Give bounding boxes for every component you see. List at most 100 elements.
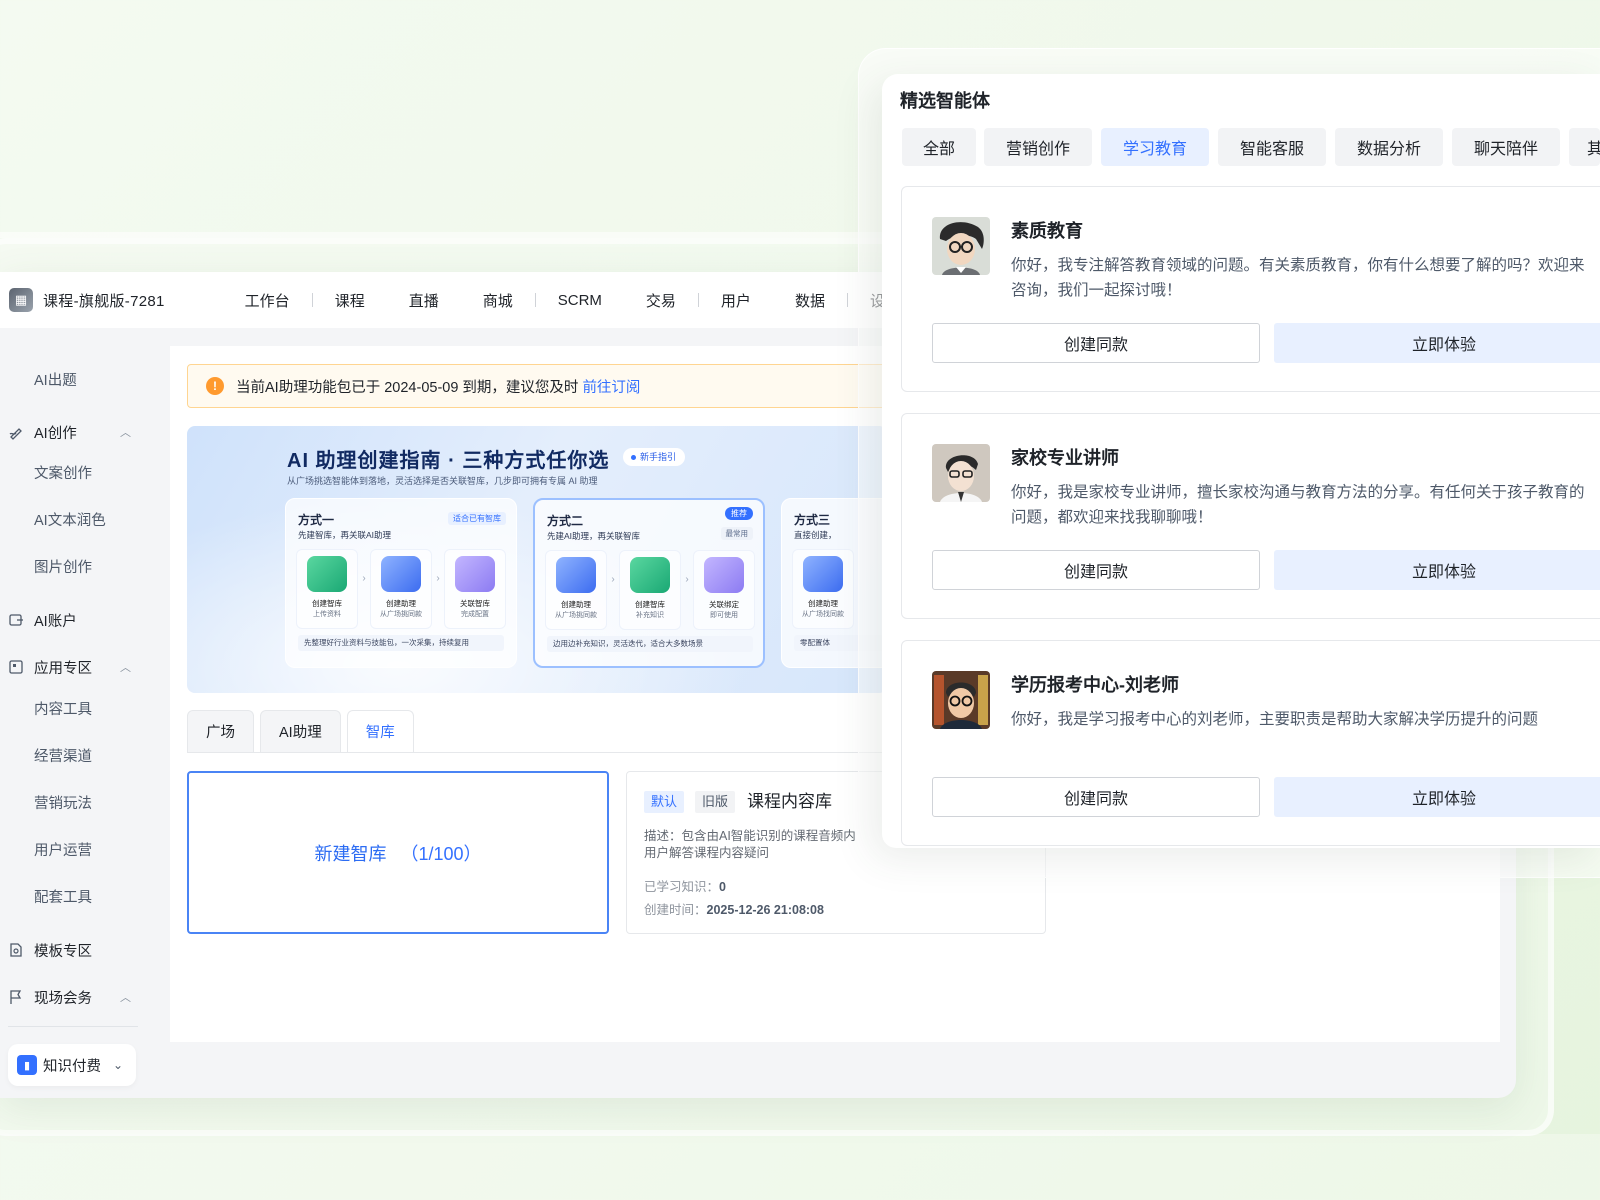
- chevron-up-icon[interactable]: ︿: [120, 424, 131, 440]
- way-card-2[interactable]: 方式二 先建AI助理，再关联智库 推荐 最常用 创建助理 从广场挑同款 › 创建智…: [533, 498, 765, 668]
- nav-live[interactable]: 直播: [387, 290, 461, 311]
- sidebar-group-ai-create[interactable]: AI创作 ︿: [0, 412, 160, 452]
- way-steps: 创建智库 上传资料 › 创建助理 从广场挑同款 › 关联智库 完成配置: [296, 549, 506, 629]
- sidebar-group-templates[interactable]: 模板专区: [0, 930, 160, 970]
- way-tip: 先整理好行业资料与技能包，一次采集，持续复用: [298, 635, 504, 651]
- category-customer-service[interactable]: 智能客服: [1218, 128, 1326, 166]
- new-knowledge-base-button[interactable]: 新建智库 （1/100）: [187, 771, 609, 934]
- way-title: 方式三: [794, 513, 831, 527]
- nav-workbench[interactable]: 工作台: [223, 290, 312, 311]
- sidebar-item-label: 经营渠道: [34, 748, 92, 765]
- step-title: 创建助理: [561, 600, 591, 609]
- subscribe-link[interactable]: 前往订阅: [582, 376, 640, 397]
- way-card-1[interactable]: 方式一 先建智库，再关联AI助理 适合已有智库 创建智库 上传资料 › 创建助理从…: [285, 498, 517, 668]
- tab-ai-assistant[interactable]: AI助理: [260, 710, 341, 752]
- sidebar-item-text-polish[interactable]: AI文本润色: [0, 499, 160, 539]
- chevron-up-icon[interactable]: ︿: [120, 989, 131, 1005]
- step-desc: 从广场找同款: [802, 611, 844, 618]
- nav-scrm[interactable]: SCRM: [536, 292, 624, 309]
- sidebar-item-label: AI创作: [34, 425, 77, 442]
- step-card: 关联智库 完成配置: [444, 549, 506, 629]
- sidebar-item-label: 模板专区: [34, 943, 92, 960]
- new-kb-label: 新建智库: [314, 843, 387, 864]
- tab-knowledge-base[interactable]: 智库: [346, 710, 414, 752]
- kb-stack-icon: [630, 557, 670, 593]
- banner-tag: 新手指引: [623, 448, 686, 466]
- sidebar-group-ai-account[interactable]: AI账户: [0, 600, 160, 640]
- sidebar-item-label: 应用专区: [34, 660, 92, 677]
- banner-title: AI 助理创建指南 · 三种方式任你选: [287, 450, 610, 472]
- try-now-button[interactable]: 立即体验: [1274, 777, 1600, 817]
- agent-avatar: [932, 671, 990, 729]
- sidebar-item-user-ops[interactable]: 用户运营: [0, 829, 160, 869]
- nav-user[interactable]: 用户: [699, 290, 773, 311]
- chevron-up-icon[interactable]: ︿: [120, 659, 131, 675]
- agent-name: 家校专业讲师: [1011, 448, 1119, 468]
- category-all[interactable]: 全部: [902, 128, 976, 166]
- nav-mall[interactable]: 商城: [461, 290, 535, 311]
- step-desc: 补充知识: [636, 612, 664, 619]
- create-same-button[interactable]: 创建同款: [932, 777, 1260, 817]
- step-desc: 从广场挑同款: [380, 611, 422, 618]
- sidebar-item-label: 营销玩法: [34, 795, 92, 812]
- sidebar-item-label: AI文本润色: [34, 512, 106, 529]
- kb-learned-label: 已学习知识：: [644, 880, 720, 894]
- new-kb-count: （1/100）: [400, 843, 482, 864]
- category-chat[interactable]: 聊天陪伴: [1452, 128, 1560, 166]
- sidebar-item-copywriting[interactable]: 文案创作: [0, 452, 160, 492]
- step-title: 关联智库: [460, 599, 490, 608]
- kb-created: 创建时间：2025-12-26 21:08:08: [644, 899, 824, 918]
- way-tag: 适合已有智库: [448, 512, 506, 525]
- link-icon: [455, 556, 495, 592]
- legacy-badge: 旧版: [695, 791, 736, 813]
- tab-square[interactable]: 广场: [187, 710, 254, 752]
- agent-card: 学历报考中心-刘老师 你好，我是学习报考中心的刘老师，主要职责是帮助大家解决学历…: [901, 640, 1600, 846]
- default-badge: 默认: [644, 791, 685, 813]
- link-icon: [704, 557, 744, 593]
- step-title: 创建助理: [386, 599, 416, 608]
- sidebar-item-support-tools[interactable]: 配套工具: [0, 876, 160, 916]
- sidebar-group-events[interactable]: 现场会务 ︿: [0, 977, 160, 1017]
- sidebar-item-label: 内容工具: [34, 701, 92, 718]
- nav-data[interactable]: 数据: [773, 290, 847, 311]
- nav-course[interactable]: 课程: [313, 290, 387, 311]
- agent-description: 你好，我是学习报考中心的刘老师，主要职责是帮助大家解决学历提升的问题: [1011, 711, 1539, 728]
- step-desc: 从广场挑同款: [555, 612, 597, 619]
- create-same-button[interactable]: 创建同款: [932, 550, 1260, 590]
- nav-trade[interactable]: 交易: [624, 290, 698, 311]
- sidebar-item-label: 文案创作: [34, 465, 92, 482]
- sidebar-item-content-tools[interactable]: 内容工具: [0, 688, 160, 728]
- try-now-button[interactable]: 立即体验: [1274, 323, 1600, 363]
- tab-bar: 广场 AI助理 智库: [187, 710, 420, 752]
- kb-name: 课程内容库: [747, 792, 832, 811]
- chevron-down-icon: ⌄: [113, 1058, 124, 1072]
- agent-name: 素质教育: [1011, 221, 1083, 241]
- category-data-analysis[interactable]: 数据分析: [1335, 128, 1443, 166]
- create-same-button[interactable]: 创建同款: [932, 323, 1260, 363]
- sidebar-item-ai-question[interactable]: AI出题: [0, 359, 160, 399]
- robot-icon: [556, 557, 596, 593]
- chevron-right-icon: ›: [685, 574, 689, 585]
- step-desc: 完成配置: [461, 611, 489, 618]
- kb-stack-icon: [307, 556, 347, 592]
- chevron-right-icon: ›: [436, 573, 440, 584]
- category-education[interactable]: 学习教育: [1101, 128, 1209, 166]
- robot-icon: [803, 556, 843, 592]
- sidebar-group-apps[interactable]: 应用专区 ︿: [0, 647, 160, 687]
- way-tag: 最常用: [720, 527, 753, 540]
- sidebar-item-channels[interactable]: 经营渠道: [0, 735, 160, 775]
- agent-avatar: [932, 217, 990, 275]
- guide-banner: AI 助理创建指南 · 三种方式任你选 新手指引 从广场挑选智能体到落地，灵活选…: [187, 426, 887, 693]
- step-title: 创建智库: [635, 600, 665, 609]
- way-tip: 边用边补充知识，灵活迭代，适合大多数场景: [547, 636, 753, 652]
- kb-created-label: 创建时间：: [644, 903, 707, 917]
- sidebar-item-image-create[interactable]: 图片创作: [0, 546, 160, 586]
- category-marketing[interactable]: 营销创作: [984, 128, 1092, 166]
- tab-divider: [187, 752, 887, 753]
- agent-name: 学历报考中心-刘老师: [1011, 675, 1179, 695]
- try-now-button[interactable]: 立即体验: [1274, 550, 1600, 590]
- step-card: 创建智库 上传资料: [296, 549, 358, 629]
- product-switcher[interactable]: ▮ 知识付费 ⌄: [8, 1044, 136, 1086]
- category-other[interactable]: 其: [1569, 128, 1600, 166]
- sidebar-item-marketing[interactable]: 营销玩法: [0, 782, 160, 822]
